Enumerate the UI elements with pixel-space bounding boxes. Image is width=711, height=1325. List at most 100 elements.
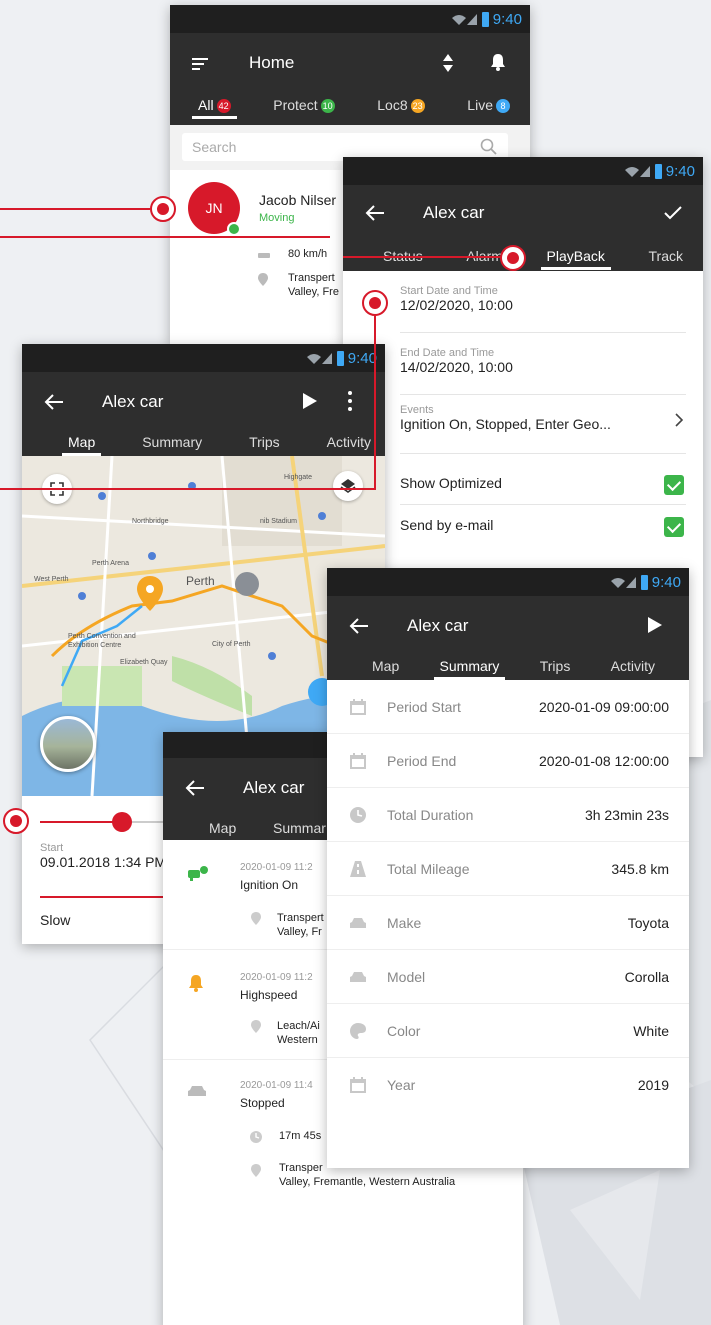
- status-time: 9:40: [492, 10, 522, 28]
- back-arrow-icon[interactable]: [365, 205, 385, 221]
- events-selector[interactable]: Events Ignition On, Stopped, Enter Geo..…: [400, 404, 686, 454]
- play-icon[interactable]: [302, 392, 318, 410]
- tab-protect[interactable]: Protect 10: [273, 97, 335, 119]
- summary-label: Total Mileage: [387, 860, 470, 877]
- send-email-checkbox[interactable]: [664, 517, 684, 537]
- event-address-line1: Transper: [279, 1162, 323, 1174]
- street-view-thumbnail[interactable]: [40, 716, 96, 772]
- start-datetime-field[interactable]: Start Date and Time 12/02/2020, 10:00: [400, 285, 686, 333]
- location-pin-icon: [251, 1020, 261, 1033]
- tab-playback[interactable]: PlayBack: [540, 248, 612, 270]
- back-arrow-icon[interactable]: [185, 780, 205, 796]
- show-optimized-checkbox[interactable]: [664, 475, 684, 495]
- map-appbar: Alex car Map Summary Trips Activity: [22, 372, 385, 456]
- search-icon[interactable]: [480, 138, 498, 156]
- count-badge: 23: [410, 99, 425, 114]
- summary-label: Make: [387, 914, 422, 931]
- play-icon[interactable]: [647, 616, 663, 634]
- summary-row-total-mileage: Total Mileage 345.8 km: [327, 842, 689, 896]
- tab-track[interactable]: Track: [649, 248, 683, 270]
- menu-icon[interactable]: [192, 57, 210, 71]
- slider-thumb[interactable]: [112, 812, 132, 832]
- end-datetime-label: End Date and Time: [400, 347, 495, 359]
- location-pin-icon: [258, 273, 268, 286]
- tab-activity[interactable]: Activity: [611, 658, 655, 680]
- send-email-row[interactable]: Send by e-mail: [400, 507, 686, 547]
- summary-value: White: [633, 1022, 669, 1039]
- event-time: 2020-01-09 11:2: [240, 972, 313, 983]
- signal-icon: [306, 353, 332, 364]
- battery-icon: [336, 350, 344, 366]
- summary-value: 2020-01-08 12:00:00: [539, 752, 669, 769]
- signal-icon: [610, 577, 636, 588]
- checkmark-icon[interactable]: [663, 205, 683, 221]
- tab-summary[interactable]: Summar: [273, 820, 326, 842]
- back-arrow-icon[interactable]: [349, 618, 369, 634]
- tab-map[interactable]: Map: [372, 658, 399, 680]
- screen-title: Alex car: [243, 778, 305, 797]
- summary-label: Period End: [387, 752, 457, 769]
- map-label-place: West Perth: [34, 576, 69, 583]
- count-badge: 42: [216, 99, 231, 114]
- clock-icon: [250, 1131, 262, 1143]
- summary-row-year: Year 2019: [327, 1058, 689, 1112]
- bell-icon[interactable]: [490, 53, 506, 71]
- event-name: Stopped: [240, 1096, 285, 1110]
- tab-loc8[interactable]: Loc8 23: [377, 97, 425, 119]
- tab-map[interactable]: Map: [209, 820, 236, 842]
- show-optimized-row[interactable]: Show Optimized: [400, 465, 686, 505]
- summary-value: Toyota: [627, 914, 669, 931]
- tab-trips[interactable]: Trips: [540, 658, 571, 680]
- summary-label: Year: [387, 1077, 416, 1093]
- playback-tabs: Status Alarm PlayBack Track: [383, 248, 683, 270]
- event-address-line2: Western: [277, 1034, 318, 1046]
- bell-icon: [189, 975, 203, 992]
- layers-button[interactable]: [333, 471, 363, 501]
- map-label-place: Elizabeth Quay: [120, 659, 168, 666]
- map-label-place: Perth: [186, 574, 215, 588]
- sort-icon[interactable]: [442, 53, 454, 73]
- page-title: Home: [249, 53, 295, 72]
- callout-line: [374, 316, 376, 490]
- layers-icon: [340, 479, 356, 493]
- end-datetime-field[interactable]: End Date and Time 14/02/2020, 10:00: [400, 347, 686, 395]
- map-label-place: Perth Convention and Exhibition Centre: [68, 633, 136, 649]
- status-bar: 9:40: [170, 5, 530, 33]
- contact-address-line1: Transpert: [288, 272, 335, 284]
- tab-map[interactable]: Map: [61, 434, 102, 456]
- end-datetime-value: 14/02/2020, 10:00: [400, 359, 513, 375]
- events-label: Events: [400, 404, 434, 416]
- search-placeholder: Search: [192, 139, 237, 155]
- back-arrow-icon[interactable]: [44, 394, 64, 410]
- more-vertical-icon[interactable]: [348, 391, 352, 411]
- tab-summary[interactable]: Summary: [433, 658, 506, 680]
- palette-icon: [350, 1022, 366, 1039]
- slider-track-fill: [40, 821, 122, 823]
- tab-alarm[interactable]: Alarm: [466, 248, 503, 270]
- status-bar: 9:40: [343, 157, 703, 185]
- summary-row-period-end: Period End 2020-01-08 12:00:00: [327, 734, 689, 788]
- tab-summary[interactable]: Summary: [142, 434, 202, 456]
- calendar-icon: [350, 752, 366, 769]
- contact-status: Moving: [259, 212, 295, 224]
- tab-live[interactable]: Live 8: [467, 97, 510, 119]
- summary-row-model: Model Corolla: [327, 950, 689, 1004]
- map-label-place: City of Perth: [212, 641, 251, 648]
- event-address-line1: Leach/Ai: [277, 1020, 320, 1032]
- tab-trips[interactable]: Trips: [249, 434, 280, 456]
- tab-status[interactable]: Status: [383, 248, 423, 270]
- event-time: 2020-01-09 11:4: [240, 1080, 313, 1091]
- status-bar: 9:40: [327, 568, 689, 596]
- tab-all[interactable]: All 42: [192, 97, 237, 120]
- show-optimized-label: Show Optimized: [400, 475, 502, 491]
- callout-line: [0, 488, 376, 490]
- chevron-right-icon: [675, 413, 684, 427]
- summary-value: Corolla: [624, 968, 669, 985]
- summary-row-period-start: Period Start 2020-01-09 09:00:00: [327, 680, 689, 734]
- screen-title: Alex car: [407, 616, 469, 635]
- battery-icon: [640, 574, 648, 590]
- event-name: Highspeed: [240, 988, 298, 1002]
- tab-activity[interactable]: Activity: [327, 434, 371, 456]
- summary-value: 2019: [637, 1077, 669, 1093]
- event-address-line2: Valley, Fremantle, Western Australia: [279, 1176, 456, 1188]
